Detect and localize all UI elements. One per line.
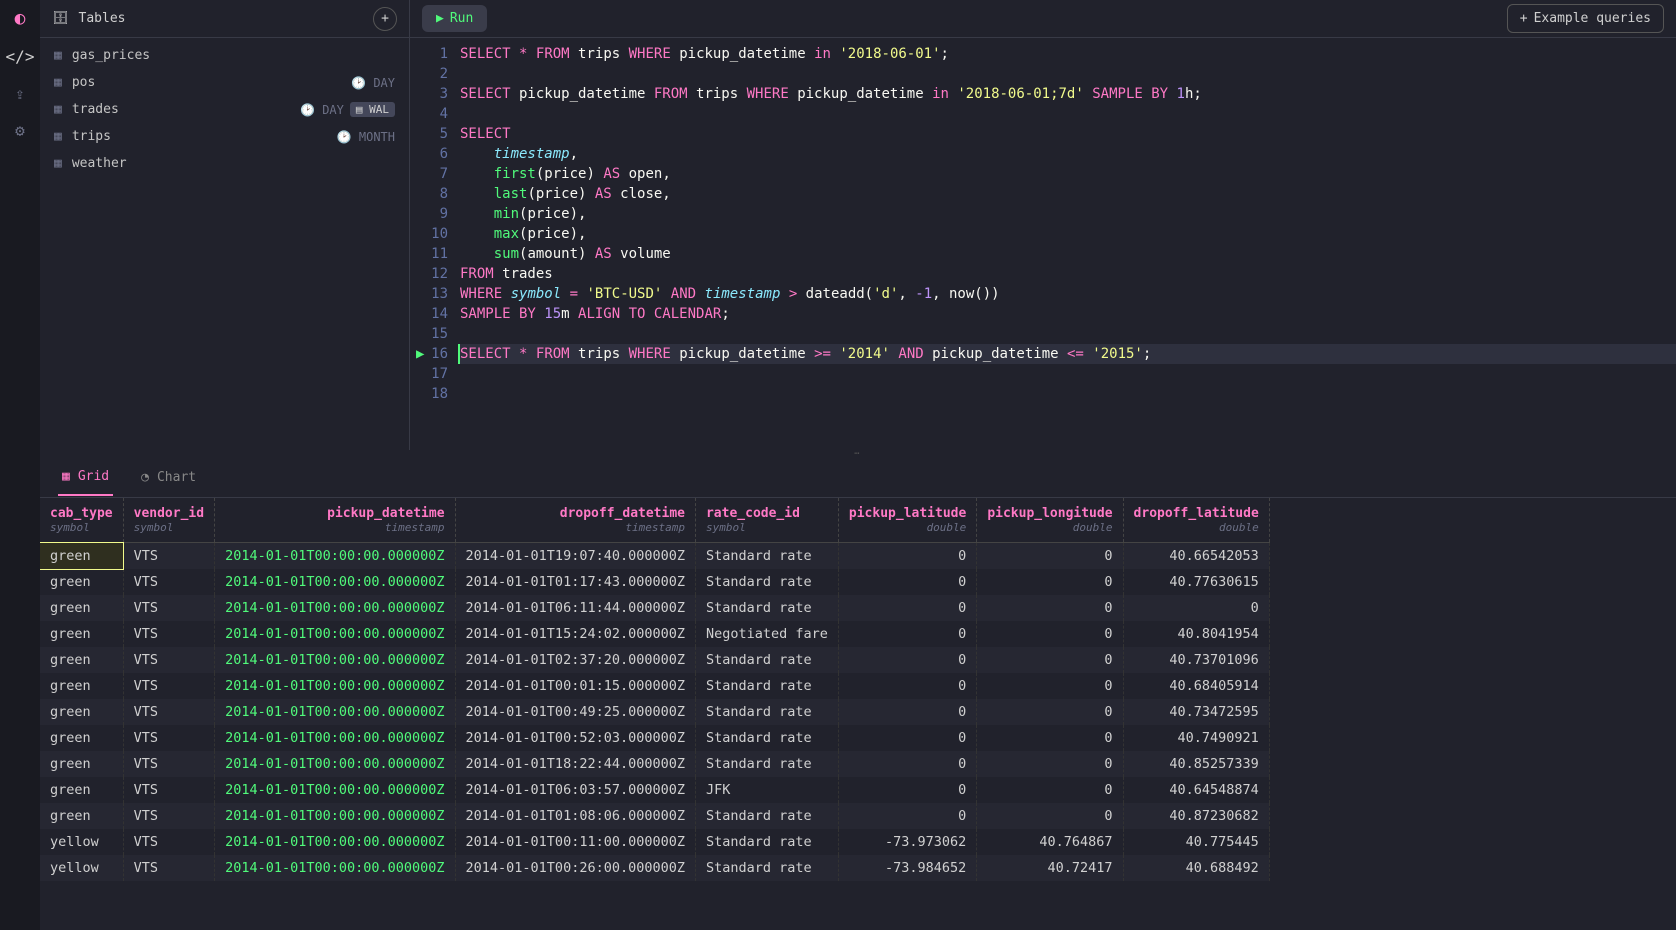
code-line-10[interactable]: max(price), xyxy=(460,224,1676,244)
table-item-trades[interactable]: ▦trades🕑 DAY▤ WAL xyxy=(40,96,409,123)
table-row[interactable]: yellowVTS2014-01-01T00:00:00.000000Z2014… xyxy=(40,855,1269,881)
database-icon: 🗄 xyxy=(52,11,69,26)
plus-icon: + xyxy=(1520,11,1528,26)
column-header-dropoff_latitude[interactable]: dropoff_latitudedouble xyxy=(1123,498,1269,543)
play-icon: ▶ xyxy=(436,11,444,26)
code-line-15[interactable] xyxy=(460,324,1676,344)
tab-chart[interactable]: ◔ Chart xyxy=(137,460,200,495)
table-icon: ▦ xyxy=(54,129,62,144)
column-header-cab_type[interactable]: cab_typesymbol xyxy=(40,498,123,543)
run-button[interactable]: ▶ Run xyxy=(422,5,487,32)
chart-icon: ◔ xyxy=(141,470,149,485)
table-row[interactable]: yellowVTS2014-01-01T00:00:00.000000Z2014… xyxy=(40,829,1269,855)
table-row[interactable]: greenVTS2014-01-01T00:00:00.000000Z2014-… xyxy=(40,647,1269,673)
table-row[interactable]: greenVTS2014-01-01T00:00:00.000000Z2014-… xyxy=(40,751,1269,777)
tables-panel: 🗄 Tables + ▦gas_prices▦pos🕑 DAY▦trades🕑 … xyxy=(40,0,410,450)
code-line-5[interactable]: SELECT xyxy=(460,124,1676,144)
tables-title: Tables xyxy=(79,11,363,26)
table-item-trips[interactable]: ▦trips🕑 MONTH xyxy=(40,123,409,150)
column-header-rate_code_id[interactable]: rate_code_idsymbol xyxy=(695,498,838,543)
table-icon: ▦ xyxy=(54,48,62,63)
panel-splitter[interactable]: ⋯ xyxy=(40,450,1676,458)
table-row[interactable]: greenVTS2014-01-01T00:00:00.000000Z2014-… xyxy=(40,777,1269,803)
code-line-17[interactable] xyxy=(460,364,1676,384)
table-icon: ▦ xyxy=(54,102,62,117)
run-label: Run xyxy=(450,11,473,26)
table-item-weather[interactable]: ▦weather xyxy=(40,150,409,177)
example-label: Example queries xyxy=(1534,11,1651,26)
code-line-11[interactable]: sum(amount) AS volume xyxy=(460,244,1676,264)
table-row[interactable]: greenVTS2014-01-01T00:00:00.000000Z2014-… xyxy=(40,803,1269,829)
code-line-14[interactable]: SAMPLE BY 15m ALIGN TO CALENDAR; xyxy=(460,304,1676,324)
column-header-dropoff_datetime[interactable]: dropoff_datetimetimestamp xyxy=(455,498,695,543)
results-grid[interactable]: cab_typesymbolvendor_idsymbolpickup_date… xyxy=(40,498,1676,930)
table-row[interactable]: greenVTS2014-01-01T00:00:00.000000Z2014-… xyxy=(40,699,1269,725)
code-line-13[interactable]: WHERE symbol = 'BTC-USD' AND timestamp >… xyxy=(460,284,1676,304)
grid-icon: ▦ xyxy=(62,469,70,484)
column-header-pickup_longitude[interactable]: pickup_longitudedouble xyxy=(977,498,1123,543)
left-nav: ◐ </> ⇪ ⚙ xyxy=(0,0,40,930)
code-line-12[interactable]: FROM trades xyxy=(460,264,1676,284)
code-line-2[interactable] xyxy=(460,64,1676,84)
column-header-vendor_id[interactable]: vendor_idsymbol xyxy=(123,498,214,543)
code-line-8[interactable]: last(price) AS close, xyxy=(460,184,1676,204)
column-header-pickup_datetime[interactable]: pickup_datetimetimestamp xyxy=(215,498,455,543)
table-item-pos[interactable]: ▦pos🕑 DAY xyxy=(40,69,409,96)
table-item-gas_prices[interactable]: ▦gas_prices xyxy=(40,42,409,69)
table-icon: ▦ xyxy=(54,156,62,171)
example-queries-button[interactable]: + Example queries xyxy=(1507,4,1664,33)
code-line-18[interactable] xyxy=(460,384,1676,404)
tab-grid[interactable]: ▦ Grid xyxy=(58,459,113,496)
code-line-16[interactable]: SELECT * FROM trips WHERE pickup_datetim… xyxy=(458,344,1676,364)
settings-nav-icon[interactable]: ⚙ xyxy=(15,121,25,140)
code-line-4[interactable] xyxy=(460,104,1676,124)
table-row[interactable]: greenVTS2014-01-01T00:00:00.000000Z2014-… xyxy=(40,543,1269,570)
code-line-1[interactable]: SELECT * FROM trips WHERE pickup_datetim… xyxy=(460,44,1676,64)
table-row[interactable]: greenVTS2014-01-01T00:00:00.000000Z2014-… xyxy=(40,725,1269,751)
code-line-3[interactable]: SELECT pickup_datetime FROM trips WHERE … xyxy=(460,84,1676,104)
column-header-pickup_latitude[interactable]: pickup_latitudedouble xyxy=(838,498,976,543)
code-nav-icon[interactable]: </> xyxy=(6,47,35,66)
code-line-7[interactable]: first(price) AS open, xyxy=(460,164,1676,184)
table-icon: ▦ xyxy=(54,75,62,90)
sql-editor[interactable]: 123456789101112131415▶161718 SELECT * FR… xyxy=(410,38,1676,450)
table-row[interactable]: greenVTS2014-01-01T00:00:00.000000Z2014-… xyxy=(40,569,1269,595)
table-row[interactable]: greenVTS2014-01-01T00:00:00.000000Z2014-… xyxy=(40,595,1269,621)
code-line-9[interactable]: min(price), xyxy=(460,204,1676,224)
app-logo-icon: ◐ xyxy=(15,8,26,29)
code-line-6[interactable]: timestamp, xyxy=(460,144,1676,164)
upload-nav-icon[interactable]: ⇪ xyxy=(15,84,25,103)
table-row[interactable]: greenVTS2014-01-01T00:00:00.000000Z2014-… xyxy=(40,621,1269,647)
add-table-button[interactable]: + xyxy=(373,7,397,31)
table-row[interactable]: greenVTS2014-01-01T00:00:00.000000Z2014-… xyxy=(40,673,1269,699)
